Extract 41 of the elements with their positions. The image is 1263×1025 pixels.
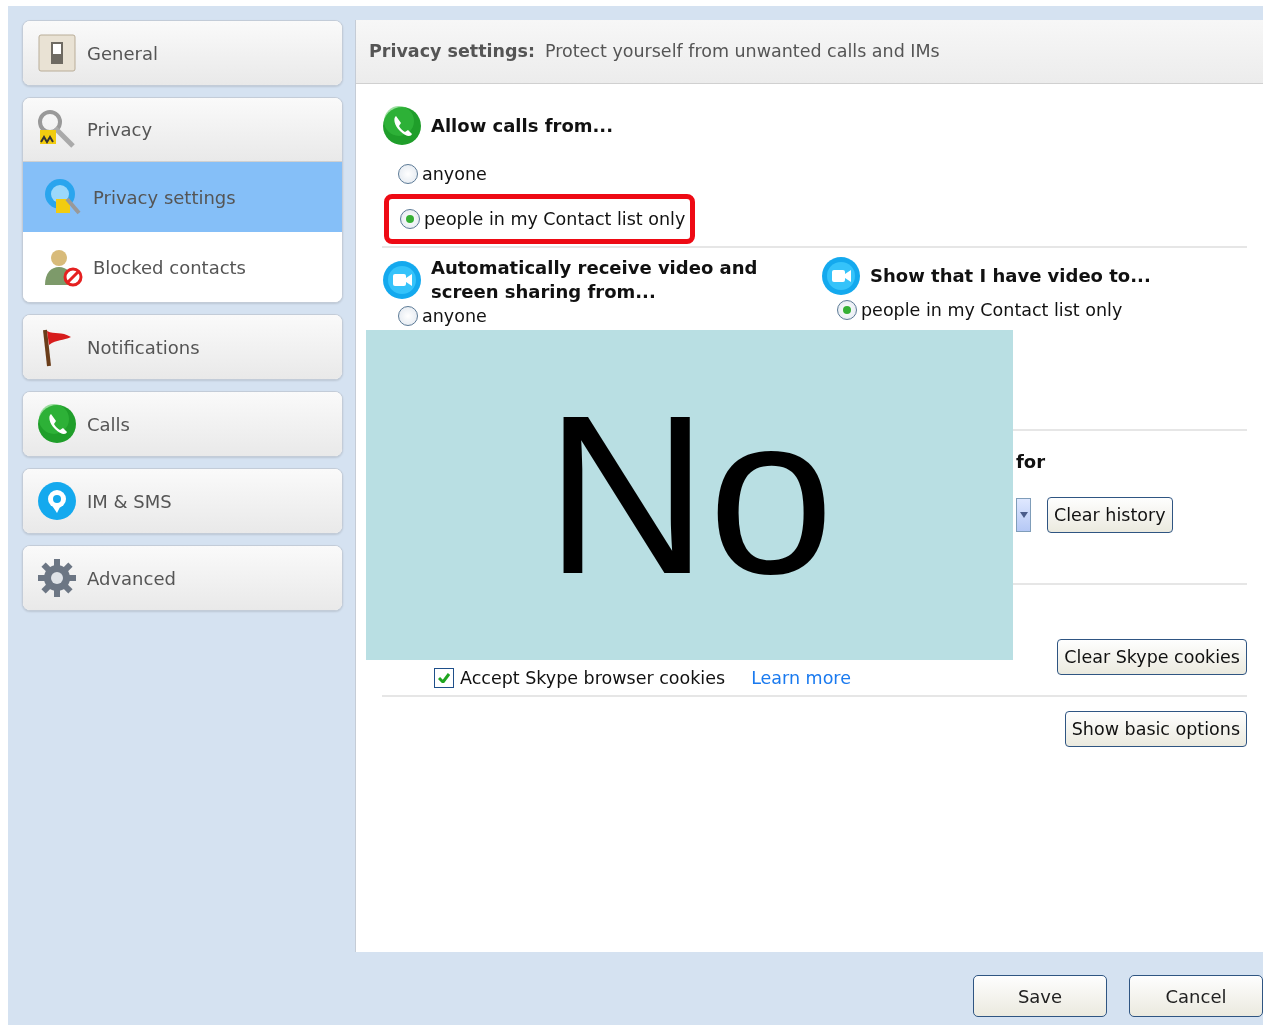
- header-subtitle: Protect yourself from unwanted calls and IMs: [544, 40, 940, 64]
- sidebar-item[interactable]: General: [23, 21, 342, 85]
- section-heading: Allow calls from...: [431, 114, 613, 138]
- video-camera-icon: [382, 260, 422, 300]
- overlay-label: No: [366, 330, 1013, 660]
- cancel-button[interactable]: Cancel: [1129, 975, 1263, 1017]
- check-icon: [438, 673, 450, 684]
- sidebar-item[interactable]: Notifications: [23, 315, 342, 379]
- sidebar-item[interactable]: Privacy: [23, 98, 342, 162]
- dropdown[interactable]: [1016, 498, 1031, 532]
- sidebar-subitem[interactable]: Blocked contacts: [23, 232, 342, 302]
- checkbox-label[interactable]: Accept Skype browser cookies: [460, 665, 726, 692]
- sidebar-item[interactable]: Advanced: [23, 546, 342, 610]
- save-button[interactable]: Save: [973, 975, 1107, 1017]
- radio-button[interactable]: [398, 306, 418, 326]
- radio-label[interactable]: anyone: [422, 160, 487, 188]
- header-title: Privacy settings:: [369, 40, 535, 64]
- phone-icon: [382, 106, 422, 146]
- radio-button[interactable]: [400, 209, 420, 229]
- radio-button[interactable]: [837, 300, 857, 320]
- sidebar-item[interactable]: Calls: [23, 392, 342, 456]
- radio-label[interactable]: people in my Contact list only: [424, 205, 686, 233]
- clear-cookies-button[interactable]: Clear Skype cookies: [1057, 639, 1247, 675]
- section-heading: Automatically receive video and screen sharing from...: [431, 256, 759, 304]
- learn-more-link[interactable]: Learn more: [751, 665, 851, 692]
- radio-button[interactable]: [398, 164, 418, 184]
- show-basic-options-button[interactable]: Show basic options: [1064, 711, 1247, 747]
- gear-icon: [37, 558, 77, 598]
- radio-label[interactable]: anyone: [422, 302, 487, 330]
- sidebar-subitem[interactable]: Privacy settings: [23, 162, 342, 232]
- section-heading: for: [1016, 450, 1047, 474]
- radio-label[interactable]: people in my Contact list only: [861, 296, 1123, 324]
- video-camera-icon: [821, 256, 861, 296]
- phone-icon: [37, 404, 77, 444]
- caret-icon: [1019, 512, 1028, 518]
- sidebar-item[interactable]: IM & SMS: [23, 469, 342, 533]
- switch-icon: [37, 33, 77, 73]
- checkbox[interactable]: [434, 668, 454, 689]
- section-heading: Show that I have video to...: [870, 264, 1151, 288]
- person-blocked-icon: [43, 247, 83, 287]
- clear-history-button[interactable]: Clear history: [1047, 497, 1173, 533]
